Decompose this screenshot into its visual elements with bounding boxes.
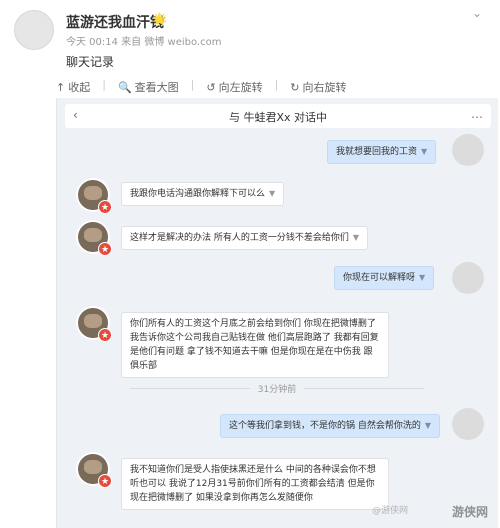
chevron-down-icon[interactable]: ⌄: [472, 6, 482, 20]
message-bubble-self: 这个等我们拿到钱，不是你的锅 自然会帮你洗的 ▼: [220, 414, 441, 438]
user-avatar[interactable]: [14, 10, 54, 50]
post-meta: 今天 00:14 来自 微博 weibo.com: [66, 37, 222, 48]
badge-icon: 🌟: [152, 12, 167, 26]
rotate-left-icon: ↺: [206, 80, 216, 94]
divider: |: [102, 78, 106, 91]
contact-avatar: ★: [76, 306, 112, 342]
self-avatar: [452, 408, 484, 440]
post-username[interactable]: 蓝游还我血汗钱: [66, 12, 164, 32]
message-bubble-contact: 我不知道你们是受人指使抹黑还是什么 中间的各种误会你不想听也可以 我说了12月3…: [121, 458, 389, 510]
message-text: 我跟你电话沟通跟你解释下可以么: [130, 189, 266, 199]
message-text: 你现在可以解释呀: [343, 273, 416, 283]
chevron-down-icon[interactable]: ▼: [425, 421, 431, 430]
collapse-icon: ↑: [56, 80, 66, 94]
collapse-label: 收起: [68, 81, 91, 94]
rotate-right-label: 向右旋转: [302, 81, 347, 94]
watermark-small: @游侠网: [371, 506, 408, 516]
rotate-left-button[interactable]: ↺ 向左旋转: [206, 78, 262, 96]
time-divider: 31分钟前: [56, 382, 498, 395]
chat-title-bar: ‹ 与 牛蛙君Xx 对话中 …: [65, 104, 491, 128]
image-toolbar: ↑ 收起 | 🔍 查看大图 | ↺ 向左旋转 | ↻ 向右旋转: [56, 78, 347, 96]
message-bubble-contact: 这样才是解决的办法 所有人的工资一分钱不差会给你们 ▼: [121, 226, 369, 250]
divider: |: [190, 78, 195, 91]
collapse-button[interactable]: ↑ 收起: [56, 78, 90, 96]
contact-avatar: ★: [76, 452, 112, 488]
message-bubble-self: 我就想要回我的工资 ▼: [327, 140, 437, 164]
watermark-logo: 游侠网: [451, 505, 488, 519]
view-large-button[interactable]: 🔍 查看大图: [118, 78, 179, 96]
message-text: 你们所有人的工资这个月底之前会给到你们 你现在把微博删了 我告诉你这个公司我自己…: [130, 319, 379, 371]
post-text: 聊天记录: [66, 55, 115, 69]
rotate-right-icon: ↻: [290, 80, 300, 94]
message-bubble-self: 你现在可以解释呀 ▼: [334, 266, 435, 290]
chevron-down-icon[interactable]: ▼: [421, 147, 427, 156]
chevron-down-icon[interactable]: ▼: [269, 189, 275, 198]
search-icon: 🔍: [117, 80, 132, 94]
message-text: 这个等我们拿到钱，不是你的锅 自然会帮你洗的: [229, 421, 421, 431]
contact-avatar: ★: [76, 220, 112, 256]
message-bubble-contact: 我跟你电话沟通跟你解释下可以么 ▼: [121, 182, 285, 206]
rotate-left-label: 向左旋转: [218, 81, 263, 94]
divider: |: [274, 78, 279, 91]
message-text: 这样才是解决的办法 所有人的工资一分钱不差会给你们: [130, 233, 349, 243]
more-icon[interactable]: …: [471, 107, 483, 121]
chevron-down-icon[interactable]: ▼: [419, 273, 425, 282]
view-large-label: 查看大图: [134, 81, 179, 94]
contact-avatar: ★: [76, 178, 112, 214]
message-text: 我不知道你们是受人指使抹黑还是什么 中间的各种误会你不想听也可以 我说了12月3…: [130, 465, 376, 503]
rotate-right-button[interactable]: ↻ 向右旋转: [290, 78, 346, 96]
message-text: 我就想要回我的工资: [336, 147, 418, 157]
chevron-down-icon[interactable]: ▼: [353, 233, 359, 242]
divider-line: [129, 388, 250, 389]
divider-line: [304, 388, 425, 389]
self-avatar: [452, 262, 484, 294]
self-avatar: [452, 134, 484, 166]
chat-title: 与 牛蛙君Xx 对话中: [228, 111, 328, 124]
message-bubble-contact: 你们所有人的工资这个月底之前会给到你们 你现在把微博删了 我告诉你这个公司我自己…: [121, 312, 389, 378]
time-divider-label: 31分钟前: [257, 385, 297, 395]
